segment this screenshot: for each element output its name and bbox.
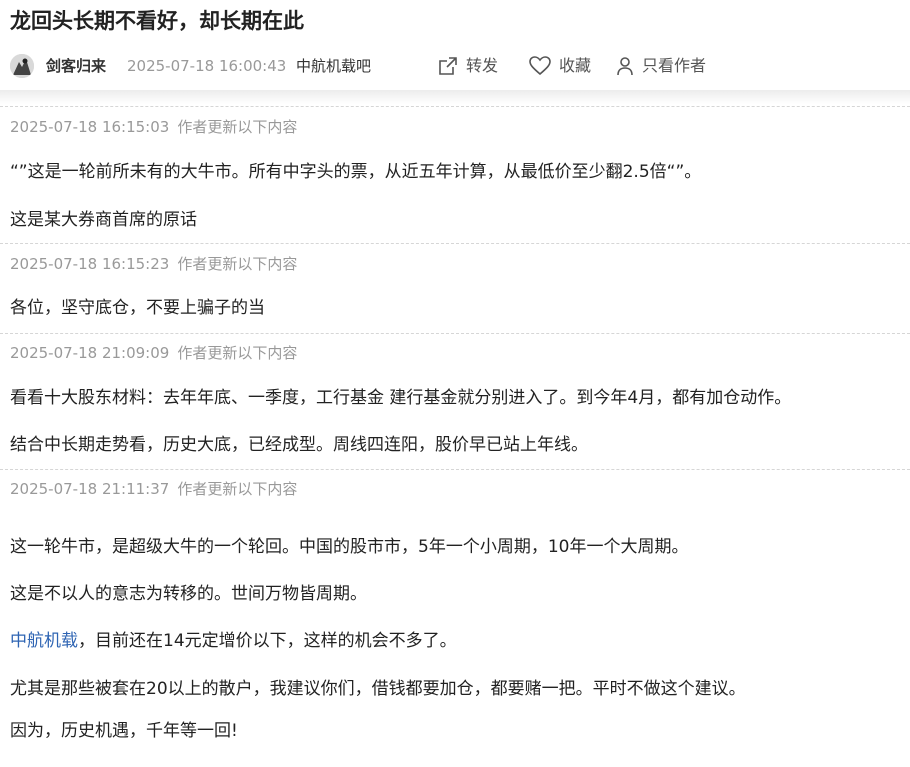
update-divider [0,243,910,244]
update-time: 2025-07-18 16:15:03 [10,118,170,136]
content-paragraph: 结合中长期走势看，历史大底，已经成型。周线四连阳，股价早已站上年线。 [10,435,588,455]
update-label: 作者更新以下内容 [177,255,298,273]
update-label: 作者更新以下内容 [177,118,298,136]
heart-icon [529,56,551,76]
post-time: 2025-07-18 16:00:43 [127,57,287,75]
avatar[interactable] [10,54,34,78]
author-only-button[interactable]: 只看作者 [616,51,706,81]
update-time: 2025-07-18 21:09:09 [10,344,170,362]
content-paragraph: 尤其是那些被套在20以上的散户，我建议你们，借钱都要加仓，都要赌一把。平时不做这… [10,679,746,699]
favorite-label: 收藏 [559,56,592,75]
content-paragraph: 各位，坚守底仓，不要上骗子的当 [10,298,265,318]
share-icon [439,57,457,75]
update-time: 2025-07-18 21:11:37 [10,480,170,498]
update-label: 作者更新以下内容 [177,480,298,498]
update-label: 作者更新以下内容 [177,344,298,362]
content-paragraph: 看看十大股东材料：去年年底、一季度，工行基金 建行基金就分别进入了。到今年4月，… [10,388,792,408]
content-paragraph: 这是不以人的意志为转移的。世间万物皆周期。 [10,584,367,604]
update-header: 2025-07-18 21:09:09 作者更新以下内容 [10,343,297,363]
share-label: 转发 [466,56,499,75]
header-shadow-divider [0,90,910,104]
update-header: 2025-07-18 16:15:23 作者更新以下内容 [10,254,297,274]
update-divider [0,333,910,334]
content-paragraph: 因为，历史机遇，千年等一回! [10,721,238,741]
update-time: 2025-07-18 16:15:23 [10,255,170,273]
update-header: 2025-07-18 21:11:37 作者更新以下内容 [10,479,297,499]
paragraph-text: ，目前还在14元定增价以下，这样的机会不多了。 [78,631,457,651]
stock-link[interactable]: 中航机载 [10,631,78,651]
favorite-button[interactable]: 收藏 [529,51,591,81]
content-paragraph: 这是某大券商首席的原话 [10,210,197,230]
update-divider [0,106,910,107]
content-paragraph: 这一轮牛市，是超级大牛的一个轮回。中国的股市市，5年一个小周期，10年一个大周期… [10,537,689,557]
author-only-label: 只看作者 [642,56,707,75]
post-title: 龙回头长期不看好，却长期在此 [10,9,304,33]
update-header: 2025-07-18 16:15:03 作者更新以下内容 [10,117,297,137]
content-paragraph: 中航机载，目前还在14元定增价以下，这样的机会不多了。 [10,629,457,653]
post-meta-bar: 剑客归来 2025-07-18 16:00:43 中航机载吧 转发 收藏 只看作… [10,51,910,81]
content-paragraph: “”这是一轮前所未有的大牛市。所有中字头的票，从近五年计算，从最低价至少翻2.5… [10,162,702,182]
share-button[interactable]: 转发 [438,51,498,81]
author-name[interactable]: 剑客归来 [46,51,106,81]
update-divider [0,469,910,470]
user-icon [617,57,633,76]
bar-name-link[interactable]: 中航机载吧 [296,51,371,81]
